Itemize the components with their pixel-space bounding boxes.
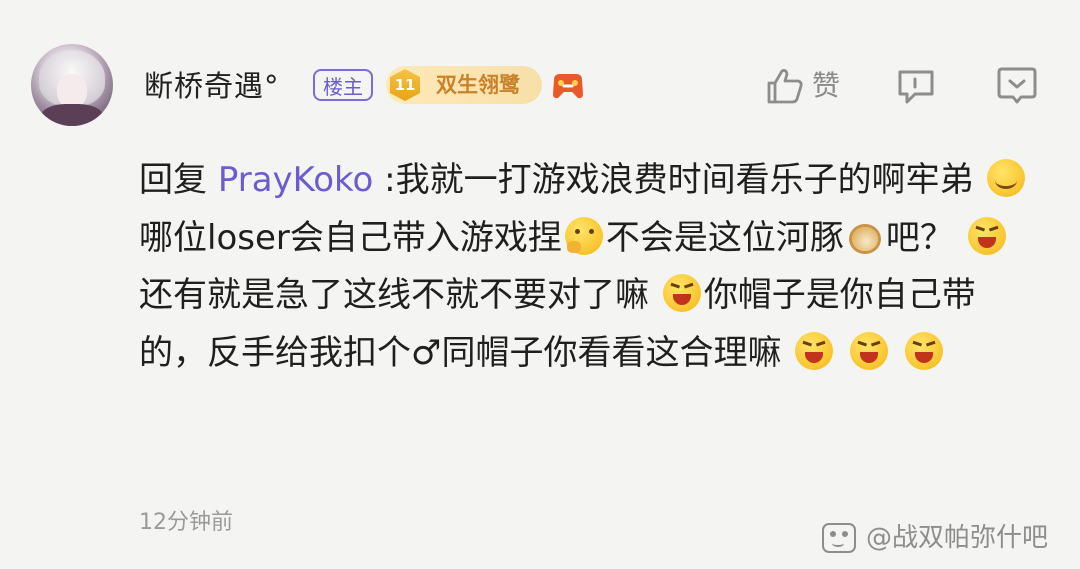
author-name[interactable]: 断桥奇遇° bbox=[144, 64, 280, 108]
grinning-squint-face-emoji bbox=[850, 331, 889, 370]
watermark-text: @战双帕弥什吧 bbox=[866, 523, 1049, 553]
smiling-face-emoji bbox=[987, 159, 1026, 197]
reply-text-4: 吧？ bbox=[885, 217, 965, 258]
pufferfish-emoji bbox=[846, 221, 884, 255]
thinking-face-emoji bbox=[564, 216, 603, 255]
reply-text-1: :我就一打游戏浪费时间看乐子的啊牢弟 bbox=[373, 160, 985, 200]
grinning-squint-face-emoji bbox=[662, 274, 701, 312]
more-options-icon[interactable] bbox=[996, 64, 1038, 106]
reply-content: 回复 PrayKoko :我就一打游戏浪费时间看乐子的啊牢弟 哪位loser会自… bbox=[139, 152, 1039, 382]
post-timestamp: 12分钟前 bbox=[139, 510, 233, 535]
avatar-body bbox=[41, 104, 103, 126]
avatar-face bbox=[57, 74, 87, 108]
comment-icon[interactable] bbox=[895, 66, 937, 108]
thumbs-up-icon[interactable] bbox=[765, 66, 805, 106]
reply-text-5: 还有就是急了这线不就不要对了嘛 bbox=[139, 275, 660, 315]
grinning-squint-face-emoji bbox=[795, 331, 834, 370]
op-badge: 楼主 bbox=[313, 69, 373, 101]
game-badge-icon[interactable] bbox=[550, 70, 586, 102]
grinning-squint-face-emoji bbox=[967, 216, 1006, 255]
like-label[interactable]: 赞 bbox=[812, 64, 840, 108]
grinning-squint-face-emoji bbox=[904, 331, 943, 370]
reply-prefix: 回复 bbox=[139, 160, 218, 200]
reply-target-user[interactable]: PrayKoko bbox=[218, 160, 374, 200]
level-title: 双生翎鹭 bbox=[436, 73, 520, 97]
user-avatar[interactable] bbox=[31, 44, 113, 126]
baidu-tieba-icon bbox=[822, 523, 856, 553]
reply-text-2: 哪位loser会自己带入游戏捏 bbox=[139, 217, 562, 258]
reply-text-3: 不会是这位河豚 bbox=[605, 217, 844, 258]
